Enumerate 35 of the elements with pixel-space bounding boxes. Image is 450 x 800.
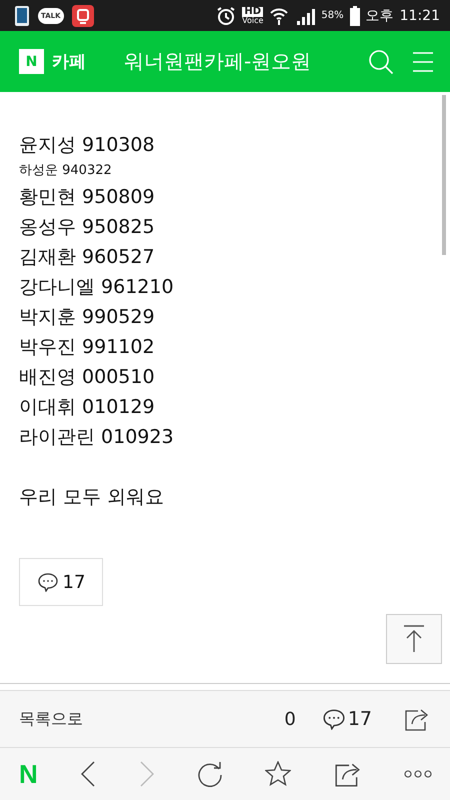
post-text-line: 김재환 960527 — [19, 245, 156, 270]
post-text-line: 이대휘 010129 — [19, 395, 156, 420]
post-text-line: 옹성우 950825 — [19, 215, 156, 240]
post-text-line: 우리 모두 외워요 — [19, 485, 166, 510]
like-count[interactable]: 0 — [284, 708, 296, 730]
share-icon[interactable] — [404, 707, 430, 731]
hd-voice-label: HD Voice — [242, 6, 264, 24]
post-text-line: 박지훈 990529 — [19, 305, 156, 330]
arrow-up-icon — [403, 625, 425, 653]
clock-ampm: 오후 — [366, 6, 394, 24]
comment-count: 17 — [62, 572, 86, 592]
list-link[interactable]: 목록으로 — [19, 708, 284, 730]
post-text-line: 윤지성 910308 — [19, 133, 156, 158]
battery-percent: 58% — [321, 10, 344, 21]
comment-link[interactable]: 17 — [322, 708, 372, 730]
post-text-line: 황민현 950809 — [19, 185, 156, 210]
app-icon — [72, 4, 94, 26]
clock-time: 11:21 — [400, 8, 440, 24]
comment-icon — [36, 572, 59, 592]
comment-button[interactable]: 17 — [19, 558, 103, 606]
battery-icon — [350, 6, 360, 26]
post-text-line: 박우진 991102 — [19, 335, 156, 360]
post-text-line: 라이관린 010923 — [19, 425, 175, 450]
wifi-icon — [269, 6, 290, 26]
refresh-icon[interactable] — [196, 761, 223, 787]
share-icon[interactable] — [334, 761, 362, 787]
more-icon[interactable] — [404, 770, 432, 778]
post-text-line: 하성운 940322 — [19, 162, 113, 180]
star-icon[interactable] — [265, 761, 292, 787]
post-text-line: 배진영 000510 — [19, 365, 156, 390]
back-icon[interactable] — [80, 761, 96, 787]
scroll-top-button[interactable] — [386, 614, 442, 664]
phone-icon — [14, 4, 30, 26]
post-text-line: 강다니엘 961210 — [19, 275, 175, 300]
alarm-icon — [216, 6, 236, 26]
